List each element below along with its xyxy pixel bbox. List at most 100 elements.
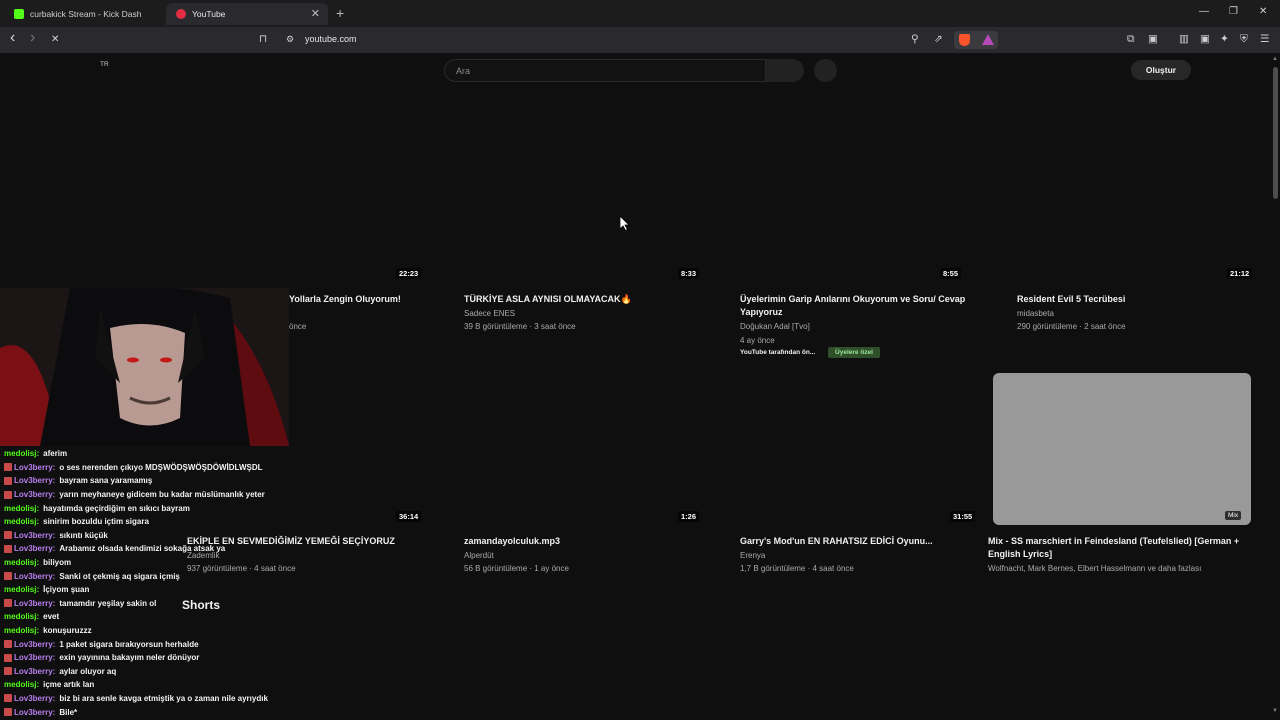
chat-badge-icon (4, 599, 12, 608)
close-window-button[interactable]: ✕ (1259, 6, 1267, 17)
kick-favicon-icon (14, 9, 24, 19)
chat-username[interactable]: Lov3berry: (14, 599, 55, 608)
page-scrollbar[interactable]: ▲ ▼ (1271, 53, 1280, 720)
chat-text: aylar oluyor aq (59, 666, 117, 676)
chat-username[interactable]: Lov3berry: (14, 531, 55, 540)
chat-message: medolisj: biliyom (4, 556, 324, 570)
zoom-icon[interactable]: ⚲ (911, 33, 919, 45)
chat-username[interactable]: Lov3berry: (14, 463, 55, 472)
chat-username[interactable]: medolisj: (4, 558, 39, 567)
wallet-icon[interactable]: ▣ (1200, 33, 1210, 45)
extensions-icon[interactable]: ⧉ (1127, 33, 1135, 46)
chat-username[interactable]: Lov3berry: (14, 572, 55, 581)
chat-badge-icon (4, 653, 12, 662)
stream-overlay-image (0, 288, 289, 446)
sidebar-icon[interactable]: ▥ (1179, 33, 1189, 45)
chat-text: tamamdır yeşilay sakin ol (59, 598, 157, 608)
bookmark-icon[interactable]: ⊓ (259, 33, 267, 45)
chat-badge-icon (4, 640, 12, 649)
chat-message: Lov3berry: sıkıntı küçük (4, 529, 324, 543)
video-title[interactable]: zamandayolculuk.mp3 (464, 535, 704, 548)
video-duration: 21:12 (1227, 268, 1253, 279)
video-channel[interactable]: Erenya (740, 549, 765, 562)
minimize-button[interactable]: — (1199, 6, 1209, 17)
scroll-up-icon[interactable]: ▲ (1272, 56, 1278, 62)
chat-text: bayram sana yaramamış (59, 476, 153, 486)
voice-search-button[interactable] (814, 59, 837, 82)
chat-username[interactable]: Lov3berry: (14, 653, 55, 662)
chat-username[interactable]: medolisj: (4, 612, 39, 621)
video-meta: 56 B görüntüleme · 1 ay önce (464, 564, 569, 573)
chat-message: Lov3berry: Sanki ot çekmiş aq sigara içmi… (4, 569, 324, 583)
video-title[interactable]: Mix - SS marschiert in Feindesland (Teuf… (988, 535, 1248, 561)
chat-text: Sanki ot çekmiş aq sigara içmiş (59, 571, 180, 581)
chat-username[interactable]: Lov3berry: (14, 490, 55, 499)
chat-text: Bile* (59, 707, 78, 717)
chat-username[interactable]: medolisj: (4, 504, 39, 513)
video-title[interactable]: Resident Evil 5 Tecrübesi (1017, 293, 1247, 306)
chat-text: o ses nerenden çıkıyo MDŞWÖDŞWÖŞDÖWİDLWŞ… (59, 462, 263, 472)
chat-username[interactable]: medolisj: (4, 585, 39, 594)
video-title[interactable]: TÜRKİYE ASLA AYNISI OLMAYACAK🔥 (464, 293, 704, 306)
chat-badge-icon (4, 476, 12, 485)
video-channel[interactable]: Alperdüt (464, 549, 494, 562)
forward-icon[interactable]: › (30, 29, 35, 47)
chat-message: Lov3berry: Bile* (4, 705, 324, 719)
video-meta: 39 B görüntüleme · 3 saat önce (464, 322, 576, 331)
chat-username[interactable]: Lov3berry: (14, 544, 55, 553)
leo-ai-icon[interactable]: ✦ (1220, 33, 1229, 45)
chat-username[interactable]: Lov3berry: (14, 640, 55, 649)
video-title[interactable]: Garry's Mod'un EN RAHATSIZ EDİCİ Oyunu..… (740, 535, 980, 548)
video-meta: 4 ay önce (740, 336, 775, 345)
address-bar-url[interactable]: youtube.com (305, 34, 357, 44)
chat-username[interactable]: medolisj: (4, 449, 39, 458)
scroll-thumb[interactable] (1273, 67, 1278, 199)
create-button[interactable]: Oluştur (1131, 60, 1191, 80)
chat-text: aferim (43, 449, 68, 459)
video-channel[interactable]: Wolfnacht, Mark Bernes, Elbert Hasselman… (988, 562, 1201, 575)
video-duration: 36:14 (396, 511, 422, 522)
chat-username[interactable]: Lov3berry: (14, 476, 55, 485)
video-title[interactable]: Üyelerimin Garip Anılarını Okuyorum ve S… (740, 293, 980, 319)
video-duration: 22:23 (396, 268, 422, 279)
restore-button[interactable]: ❐ (1229, 6, 1238, 17)
chat-text: yarın meyhaneye gidicem bu kadar müslüma… (59, 490, 265, 500)
badge-youtube-featured: YouTube tarafından ön... (740, 349, 816, 356)
chat-text: sıkıntı küçük (59, 530, 108, 540)
mix-thumbnail[interactable] (993, 373, 1251, 525)
chat-badge-icon (4, 490, 12, 499)
video-channel[interactable]: Sadece ENES (464, 307, 515, 320)
video-channel[interactable]: Doğukan Adal [Tvo] (740, 320, 810, 333)
close-tab-icon[interactable]: ✕ (311, 7, 320, 20)
site-info-icon[interactable]: ⚙ (286, 34, 294, 45)
chat-message: Lov3berry: o ses nerenden çıkıyo MDŞWÖDŞW… (4, 461, 324, 475)
search-input[interactable]: Ara (444, 59, 766, 82)
tab-kick-dashboard[interactable]: curbakick Stream - Kick Dashboard (4, 3, 162, 25)
search-button[interactable] (766, 59, 804, 82)
chat-text: sinirim bozuldu içtim sigara (43, 517, 149, 527)
share-icon[interactable]: ⇗ (934, 33, 943, 45)
screen: curbakick Stream - Kick Dashboard YouTub… (0, 0, 1280, 720)
video-channel[interactable]: midasbeta (1017, 307, 1054, 320)
chat-username[interactable]: medolisj: (4, 626, 39, 635)
menu-icon[interactable]: ☰ (1260, 33, 1269, 45)
chat-text: evet (43, 612, 60, 622)
chat-username[interactable]: medolisj: (4, 517, 39, 526)
vpn-icon[interactable]: ⛨ (1240, 33, 1248, 46)
new-tab-button[interactable]: + (336, 5, 344, 21)
tab-youtube[interactable]: YouTube ✕ (166, 3, 328, 25)
back-icon[interactable]: ‹ (10, 29, 15, 47)
brave-rewards-icon[interactable] (982, 34, 994, 45)
scroll-down-icon[interactable]: ▼ (1272, 708, 1278, 714)
brave-shields-icon[interactable] (959, 34, 970, 46)
chat-message: Lov3berry: bayram sana yaramamış (4, 474, 324, 488)
video-title[interactable]: Yollarla Zengin Oluyorum! (289, 293, 439, 306)
chat-username[interactable]: Lov3berry: (14, 694, 55, 703)
tab-search-icon[interactable]: ▣ (1148, 33, 1158, 45)
stop-loading-icon[interactable]: ✕ (51, 34, 59, 45)
anime-character-icon (0, 288, 289, 446)
chat-username[interactable]: medolisj: (4, 680, 39, 689)
chat-username[interactable]: Lov3berry: (14, 667, 55, 676)
chat-username[interactable]: Lov3berry: (14, 708, 55, 717)
video-duration: 1:26 (678, 511, 700, 522)
